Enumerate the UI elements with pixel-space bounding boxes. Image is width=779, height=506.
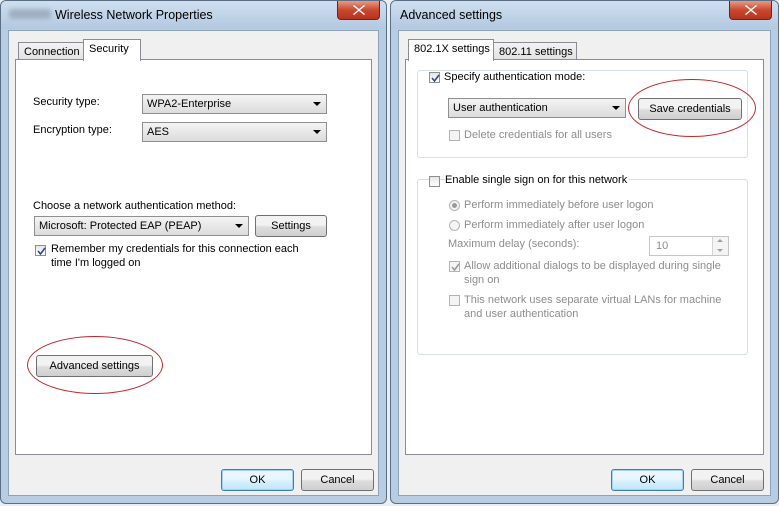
auth-mode-value: User authentication: [453, 102, 548, 114]
before-logon-radio[interactable]: [449, 200, 460, 211]
tab-80211-settings[interactable]: 802.11 settings: [493, 42, 577, 60]
after-logon-label: Perform immediately after user logon: [464, 219, 645, 231]
window-title: Wireless Network Properties: [55, 8, 213, 22]
close-icon: [353, 5, 365, 15]
max-delay-spinner[interactable]: 10: [649, 236, 729, 256]
auth-mode-dropdown[interactable]: User authentication: [448, 98, 626, 118]
8021x-tab-panel: Specify authentication mode: User authen…: [405, 59, 764, 455]
chevron-down-icon: [313, 102, 321, 106]
ok-button[interactable]: OK: [611, 469, 684, 491]
title-bar[interactable]: Advanced settings: [391, 1, 778, 29]
enable-sso-checkbox[interactable]: [429, 176, 440, 187]
blurred-network-name: [9, 9, 51, 19]
checkmark-icon: [37, 247, 46, 256]
auth-method-label: Choose a network authentication method:: [33, 200, 237, 212]
max-delay-value: 10: [656, 240, 669, 252]
allow-dialogs-label-line1: Allow additional dialogs to be displayed…: [464, 260, 721, 272]
tab-connection[interactable]: Connection: [18, 42, 84, 60]
title-bar[interactable]: Wireless Network Properties: [1, 1, 386, 29]
arrow-up-icon: [717, 239, 723, 242]
ok-button[interactable]: OK: [221, 469, 294, 491]
checkmark-icon: [431, 74, 440, 83]
wireless-network-properties-window: Wireless Network Properties Connection S…: [0, 0, 387, 504]
encryption-type-label: Encryption type:: [33, 124, 112, 136]
close-button[interactable]: [337, 1, 380, 20]
separate-vlans-label-line2: and user authentication: [464, 308, 579, 320]
security-type-dropdown[interactable]: WPA2-Enterprise: [142, 94, 327, 114]
close-icon: [745, 5, 757, 15]
checkmark-icon: [451, 263, 460, 272]
encryption-type-value: AES: [147, 126, 170, 138]
settings-button[interactable]: Settings: [255, 215, 327, 237]
chevron-down-icon: [235, 224, 243, 228]
after-logon-radio[interactable]: [449, 220, 460, 231]
separate-vlans-checkbox[interactable]: [449, 295, 460, 306]
enable-sso-label: Enable single sign on for this network: [445, 174, 630, 186]
auth-method-value: Microsoft: Protected EAP (PEAP): [39, 220, 202, 232]
dialog-client-area: 802.1X settings 802.11 settings Specify …: [398, 30, 771, 496]
cancel-button[interactable]: Cancel: [301, 469, 374, 491]
dialog-client-area: Connection Security Security type: WPA2-…: [8, 30, 379, 496]
separate-vlans-label-line1: This network uses separate virtual LANs …: [464, 294, 722, 306]
max-delay-label: Maximum delay (seconds):: [448, 238, 580, 250]
allow-dialogs-label-line2: sign on: [464, 274, 500, 286]
before-logon-label: Perform immediately before user logon: [464, 199, 654, 211]
remember-credentials-label-line1: Remember my credentials for this connect…: [51, 243, 299, 255]
tab-security[interactable]: Security: [83, 39, 141, 61]
chevron-down-icon: [612, 106, 620, 110]
remember-credentials-label-line2: time I'm logged on: [51, 257, 141, 269]
highlight-ellipse: [628, 79, 756, 137]
window-title: Advanced settings: [400, 8, 503, 22]
highlight-ellipse: [27, 336, 163, 394]
chevron-down-icon: [313, 130, 321, 134]
arrow-down-icon: [717, 249, 723, 252]
delete-credentials-label: Delete credentials for all users: [464, 129, 612, 141]
cancel-button[interactable]: Cancel: [691, 469, 764, 491]
close-button[interactable]: [729, 1, 772, 20]
auth-method-dropdown[interactable]: Microsoft: Protected EAP (PEAP): [34, 216, 249, 236]
security-tab-panel: Security type: WPA2-Enterprise Encryptio…: [15, 59, 372, 455]
specify-auth-mode-checkbox[interactable]: [429, 72, 440, 83]
security-type-label: Security type:: [33, 96, 100, 108]
remember-credentials-checkbox[interactable]: [35, 245, 46, 256]
allow-dialogs-checkbox[interactable]: [449, 261, 460, 272]
specify-auth-mode-label: Specify authentication mode:: [444, 71, 588, 83]
encryption-type-dropdown[interactable]: AES: [142, 122, 327, 142]
tab-8021x-settings[interactable]: 802.1X settings: [408, 39, 494, 61]
spin-down-button[interactable]: [712, 246, 728, 255]
advanced-settings-window: Advanced settings 802.1X settings 802.11…: [390, 0, 779, 504]
delete-credentials-checkbox[interactable]: [449, 130, 460, 141]
security-type-value: WPA2-Enterprise: [147, 98, 232, 110]
